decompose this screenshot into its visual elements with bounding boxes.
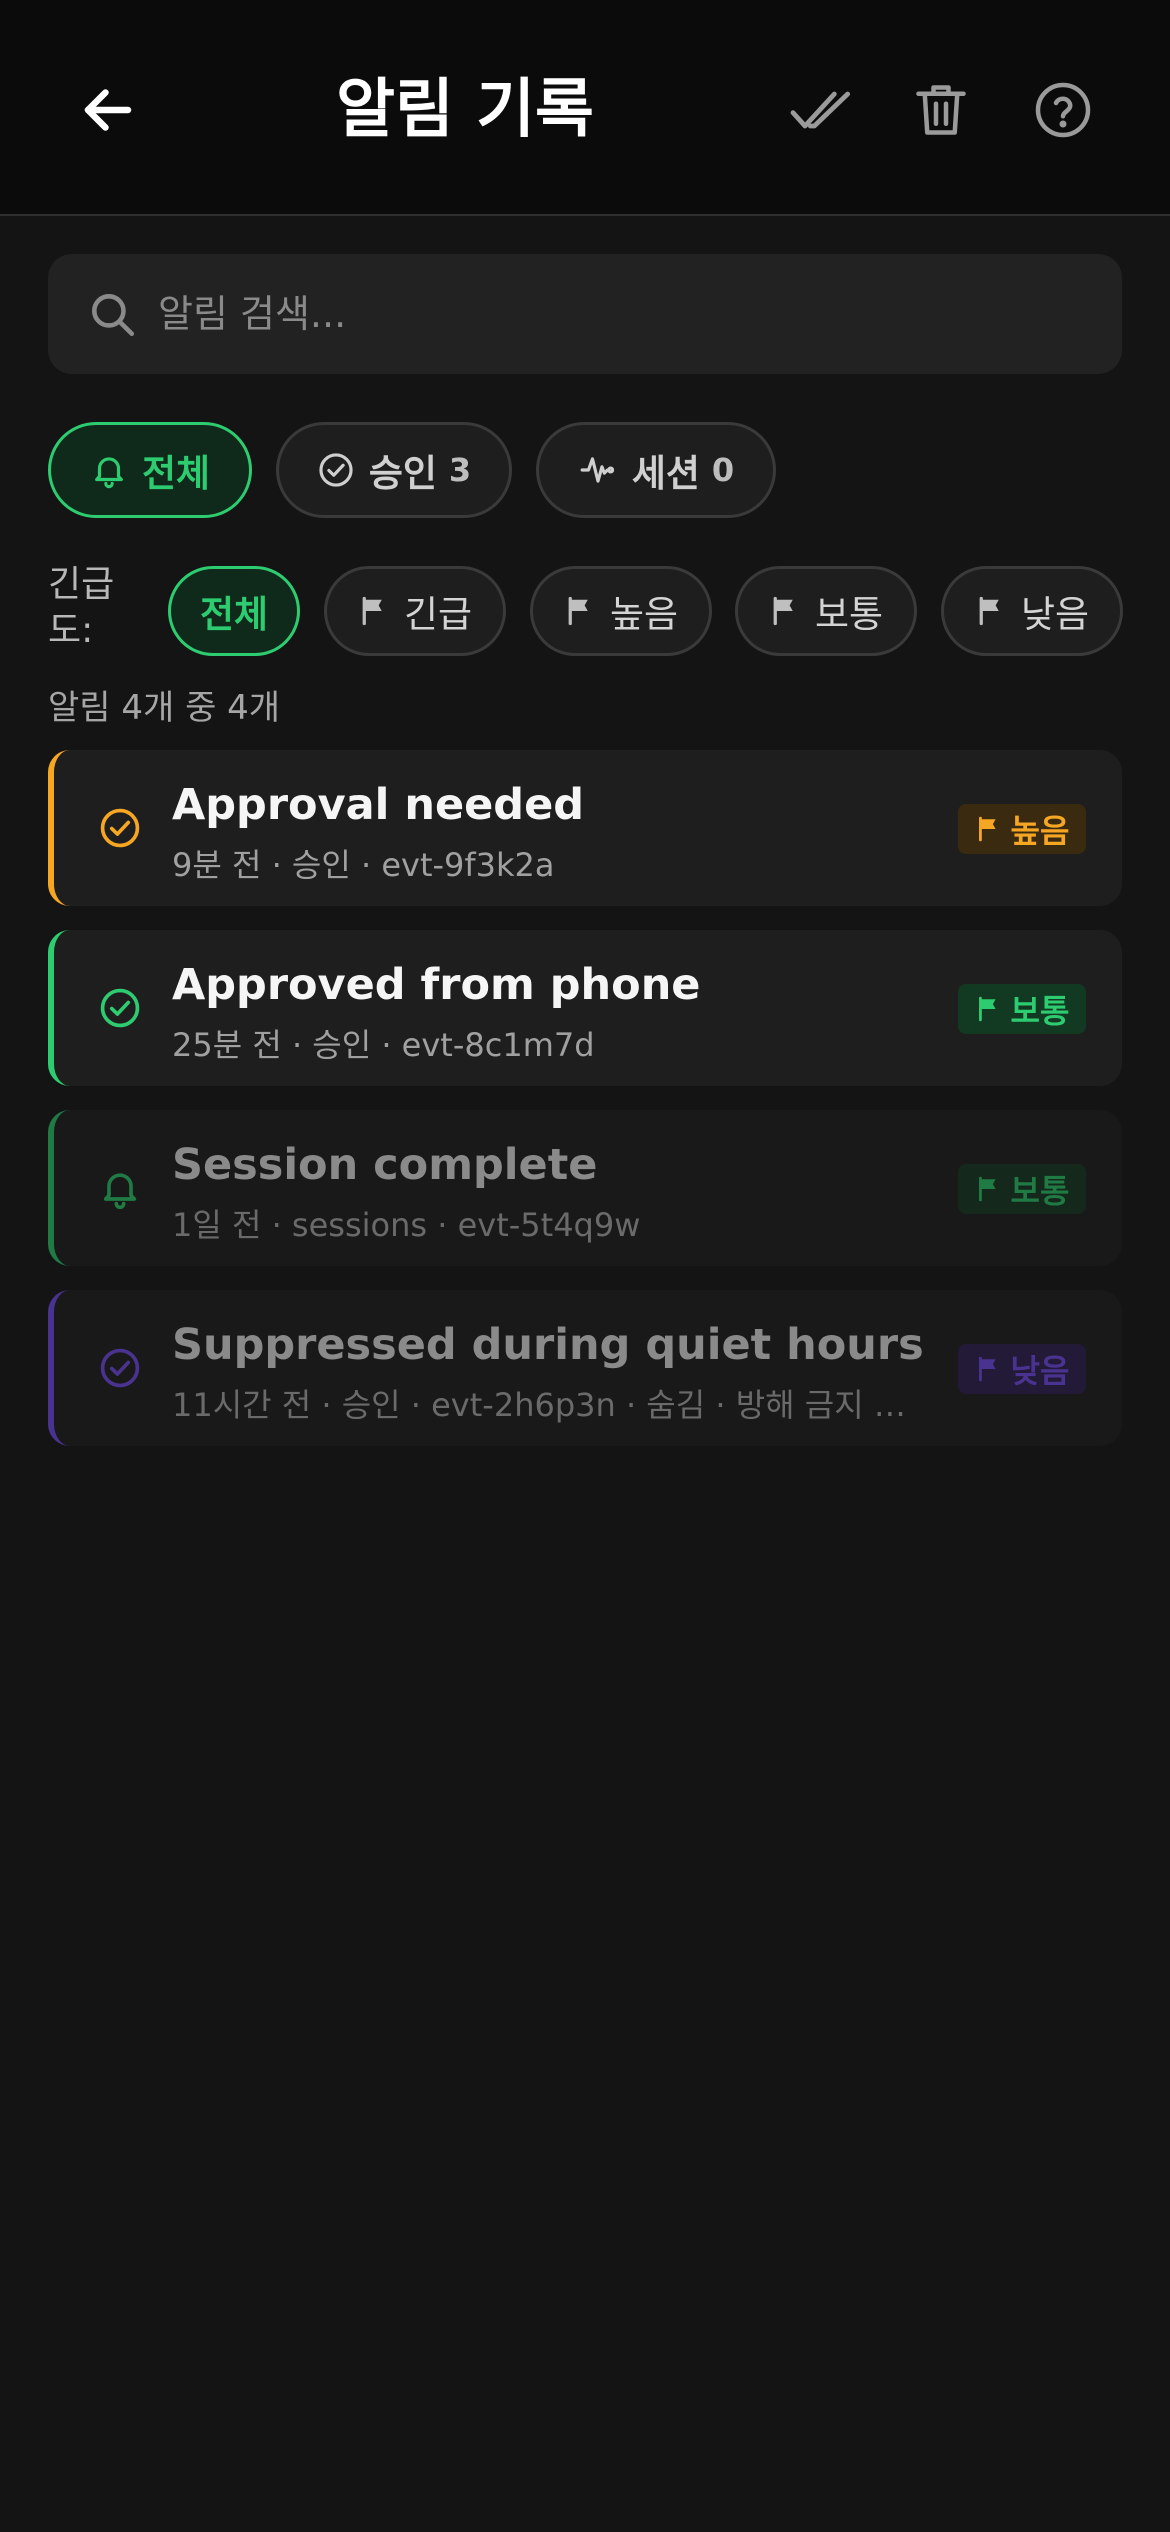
notification-card[interactable]: Session complete 1일 전 · sessions · evt-5…	[48, 1110, 1122, 1266]
back-button[interactable]	[68, 70, 148, 150]
notification-card[interactable]: Approval needed 9분 전 · 승인 · evt-9f3k2a 높…	[48, 750, 1122, 906]
check-circle-icon	[317, 451, 355, 489]
help-button[interactable]	[1022, 70, 1104, 150]
notification-card[interactable]: Approved from phone 25분 전 · 승인 · evt-8c1…	[48, 930, 1122, 1086]
flag-icon	[975, 1175, 1001, 1203]
priority-badge: 보통	[958, 1164, 1086, 1214]
search-input[interactable]	[158, 274, 1122, 354]
flag-icon	[975, 595, 1005, 627]
mark-all-read-button[interactable]	[780, 70, 862, 150]
urgency-option-label: 전체	[199, 593, 269, 636]
urgency-option-label: 긴급	[403, 593, 473, 636]
category-chip-all[interactable]: 전체	[48, 422, 252, 518]
urgency-chip-urgent[interactable]: 긴급	[324, 566, 506, 656]
bell-icon	[96, 1164, 144, 1212]
clear-all-button[interactable]	[900, 70, 982, 150]
priority-label: 낮음	[1010, 1352, 1070, 1390]
category-count: 0	[711, 451, 735, 489]
category-label: 세션	[631, 452, 700, 495]
flag-icon	[975, 995, 1001, 1023]
flag-icon	[975, 815, 1001, 843]
priority-label: 보통	[1010, 1172, 1070, 1210]
flag-icon	[564, 595, 594, 627]
notification-title: Suppressed during quiet hours	[172, 1320, 924, 1370]
notification-history-screen: 알림 기록 알림 검색... 전체 승인 3 세션 0 긴급 도: 전체 긴급 …	[0, 0, 1170, 2532]
help-icon	[1035, 82, 1091, 138]
flag-icon	[975, 1355, 1001, 1383]
activity-icon	[578, 451, 618, 489]
priority-label: 높음	[1010, 812, 1070, 850]
urgency-option-label: 높음	[609, 593, 679, 636]
priority-label: 보통	[1010, 992, 1070, 1030]
notification-title: Session complete	[172, 1140, 598, 1190]
bell-icon	[90, 451, 128, 489]
check-circle-icon	[96, 804, 144, 852]
check-circle-icon	[96, 1344, 144, 1392]
urgency-chip-all[interactable]: 전체	[168, 566, 300, 656]
priority-badge: 낮음	[958, 1344, 1086, 1394]
urgency-option-label: 보통	[814, 593, 884, 636]
search-bar[interactable]	[48, 254, 1122, 374]
notification-title: Approval needed	[172, 780, 585, 830]
page-title: 알림 기록	[336, 73, 594, 147]
search-icon	[84, 286, 140, 342]
category-label: 전체	[141, 452, 211, 495]
notification-meta: 11시간 전 · 승인 · evt-2h6p3n · 숨김 · 방해 금지 시.…	[172, 1386, 932, 1424]
urgency-chip-high[interactable]: 높음	[530, 566, 712, 656]
top-bar: 알림 기록	[0, 0, 1170, 216]
notification-title: Approved from phone	[172, 960, 701, 1010]
flag-icon	[769, 595, 799, 627]
category-count: 3	[448, 451, 472, 489]
flag-icon	[358, 595, 388, 627]
category-chip-session[interactable]: 세션 0	[536, 422, 776, 518]
priority-badge: 보통	[958, 984, 1086, 1034]
double-check-icon	[790, 91, 851, 129]
check-circle-icon	[96, 984, 144, 1032]
back-arrow-icon	[84, 89, 132, 131]
priority-badge: 높음	[958, 804, 1086, 854]
category-label: 승인	[368, 452, 437, 495]
urgency-option-label: 낮음	[1020, 593, 1090, 636]
urgency-label: 긴급 도:	[48, 564, 115, 651]
urgency-chip-normal[interactable]: 보통	[735, 566, 917, 656]
notification-meta: 9분 전 · 승인 · evt-9f3k2a	[172, 846, 555, 884]
notification-meta: 1일 전 · sessions · evt-5t4q9w	[172, 1206, 641, 1244]
result-count: 알림 4개 중 4개	[48, 688, 281, 728]
notification-card[interactable]: Suppressed during quiet hours 11시간 전 · 승…	[48, 1290, 1122, 1446]
notification-meta: 25분 전 · 승인 · evt-8c1m7d	[172, 1026, 595, 1064]
urgency-chip-low[interactable]: 낮음	[941, 566, 1123, 656]
trash-icon	[916, 85, 966, 135]
category-chip-approval[interactable]: 승인 3	[276, 422, 512, 518]
